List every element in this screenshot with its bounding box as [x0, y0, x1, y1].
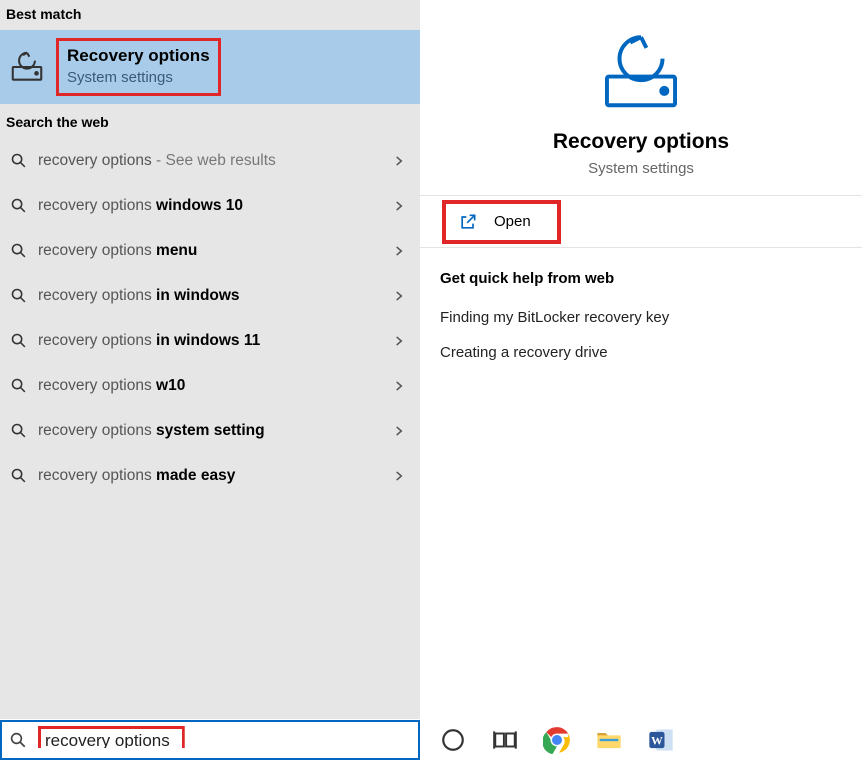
help-link-bitlocker[interactable]: Finding my BitLocker recovery key	[440, 309, 842, 326]
help-header: Get quick help from web	[440, 270, 842, 287]
chevron-right-icon	[392, 469, 406, 483]
web-suggestion[interactable]: recovery options in windows 11	[0, 318, 420, 363]
details-subtitle: System settings	[588, 160, 694, 177]
chevron-right-icon	[392, 199, 406, 213]
web-suggestion-text: recovery options system setting	[38, 422, 392, 440]
recovery-icon	[4, 44, 50, 90]
open-label: Open	[494, 213, 531, 230]
chevron-right-icon	[392, 154, 406, 168]
search-web-header: Search the web	[0, 104, 420, 138]
best-match-result[interactable]: Recovery options System settings	[0, 30, 420, 104]
search-icon	[8, 730, 28, 750]
web-suggestion[interactable]: recovery options w10	[0, 363, 420, 408]
search-icon	[8, 466, 28, 486]
details-hero: Recovery options System settings	[420, 0, 862, 196]
details-pane: Recovery options System settings Open Ge…	[420, 0, 862, 720]
best-match-text-box: Recovery options System settings	[56, 38, 221, 96]
task-view-icon[interactable]	[490, 725, 520, 755]
search-input-value: recovery options	[38, 726, 185, 754]
search-icon	[8, 151, 28, 171]
chevron-right-icon	[392, 244, 406, 258]
web-suggestion[interactable]: recovery options system setting	[0, 408, 420, 453]
svg-text:W: W	[651, 735, 663, 748]
chevron-right-icon	[392, 379, 406, 393]
search-icon	[8, 421, 28, 441]
web-suggestion[interactable]: recovery options made easy	[0, 453, 420, 498]
search-icon	[8, 331, 28, 351]
best-match-subtitle: System settings	[67, 67, 210, 89]
web-suggestion[interactable]: recovery options menu	[0, 228, 420, 273]
best-match-title: Recovery options	[67, 45, 210, 67]
help-link-recovery-drive[interactable]: Creating a recovery drive	[440, 344, 842, 361]
open-action-row[interactable]: Open	[420, 196, 862, 248]
web-suggestion-text: recovery options menu	[38, 242, 392, 260]
web-suggestion-text: recovery options w10	[38, 377, 392, 395]
web-suggestion-text: recovery options made easy	[38, 467, 392, 485]
web-suggestion[interactable]: recovery options - See web results	[0, 138, 420, 183]
help-section: Get quick help from web Finding my BitLo…	[420, 248, 862, 401]
taskbar: recovery options	[0, 719, 862, 761]
best-match-header: Best match	[0, 0, 420, 30]
web-suggestion-text: recovery options - See web results	[38, 152, 392, 170]
search-results-pane: Best match Recovery options System setti…	[0, 0, 420, 720]
cortana-icon[interactable]	[438, 725, 468, 755]
recovery-icon-large	[598, 30, 684, 116]
open-external-icon	[458, 212, 478, 232]
web-suggestion-text: recovery options windows 10	[38, 197, 392, 215]
web-suggestion[interactable]: recovery options in windows	[0, 273, 420, 318]
chevron-right-icon	[392, 424, 406, 438]
search-icon	[8, 196, 28, 216]
chevron-right-icon	[392, 334, 406, 348]
web-suggestion[interactable]: recovery options windows 10	[0, 183, 420, 228]
word-icon[interactable]: W	[646, 725, 676, 755]
search-icon	[8, 286, 28, 306]
web-suggestion-text: recovery options in windows 11	[38, 332, 392, 350]
search-icon	[8, 376, 28, 396]
chrome-icon[interactable]	[542, 725, 572, 755]
details-title: Recovery options	[553, 130, 729, 154]
chevron-right-icon	[392, 289, 406, 303]
web-suggestions-list: recovery options - See web results recov…	[0, 138, 420, 498]
file-explorer-icon[interactable]	[594, 725, 624, 755]
search-icon	[8, 241, 28, 261]
web-suggestion-text: recovery options in windows	[38, 287, 392, 305]
search-input[interactable]: recovery options	[0, 720, 420, 760]
